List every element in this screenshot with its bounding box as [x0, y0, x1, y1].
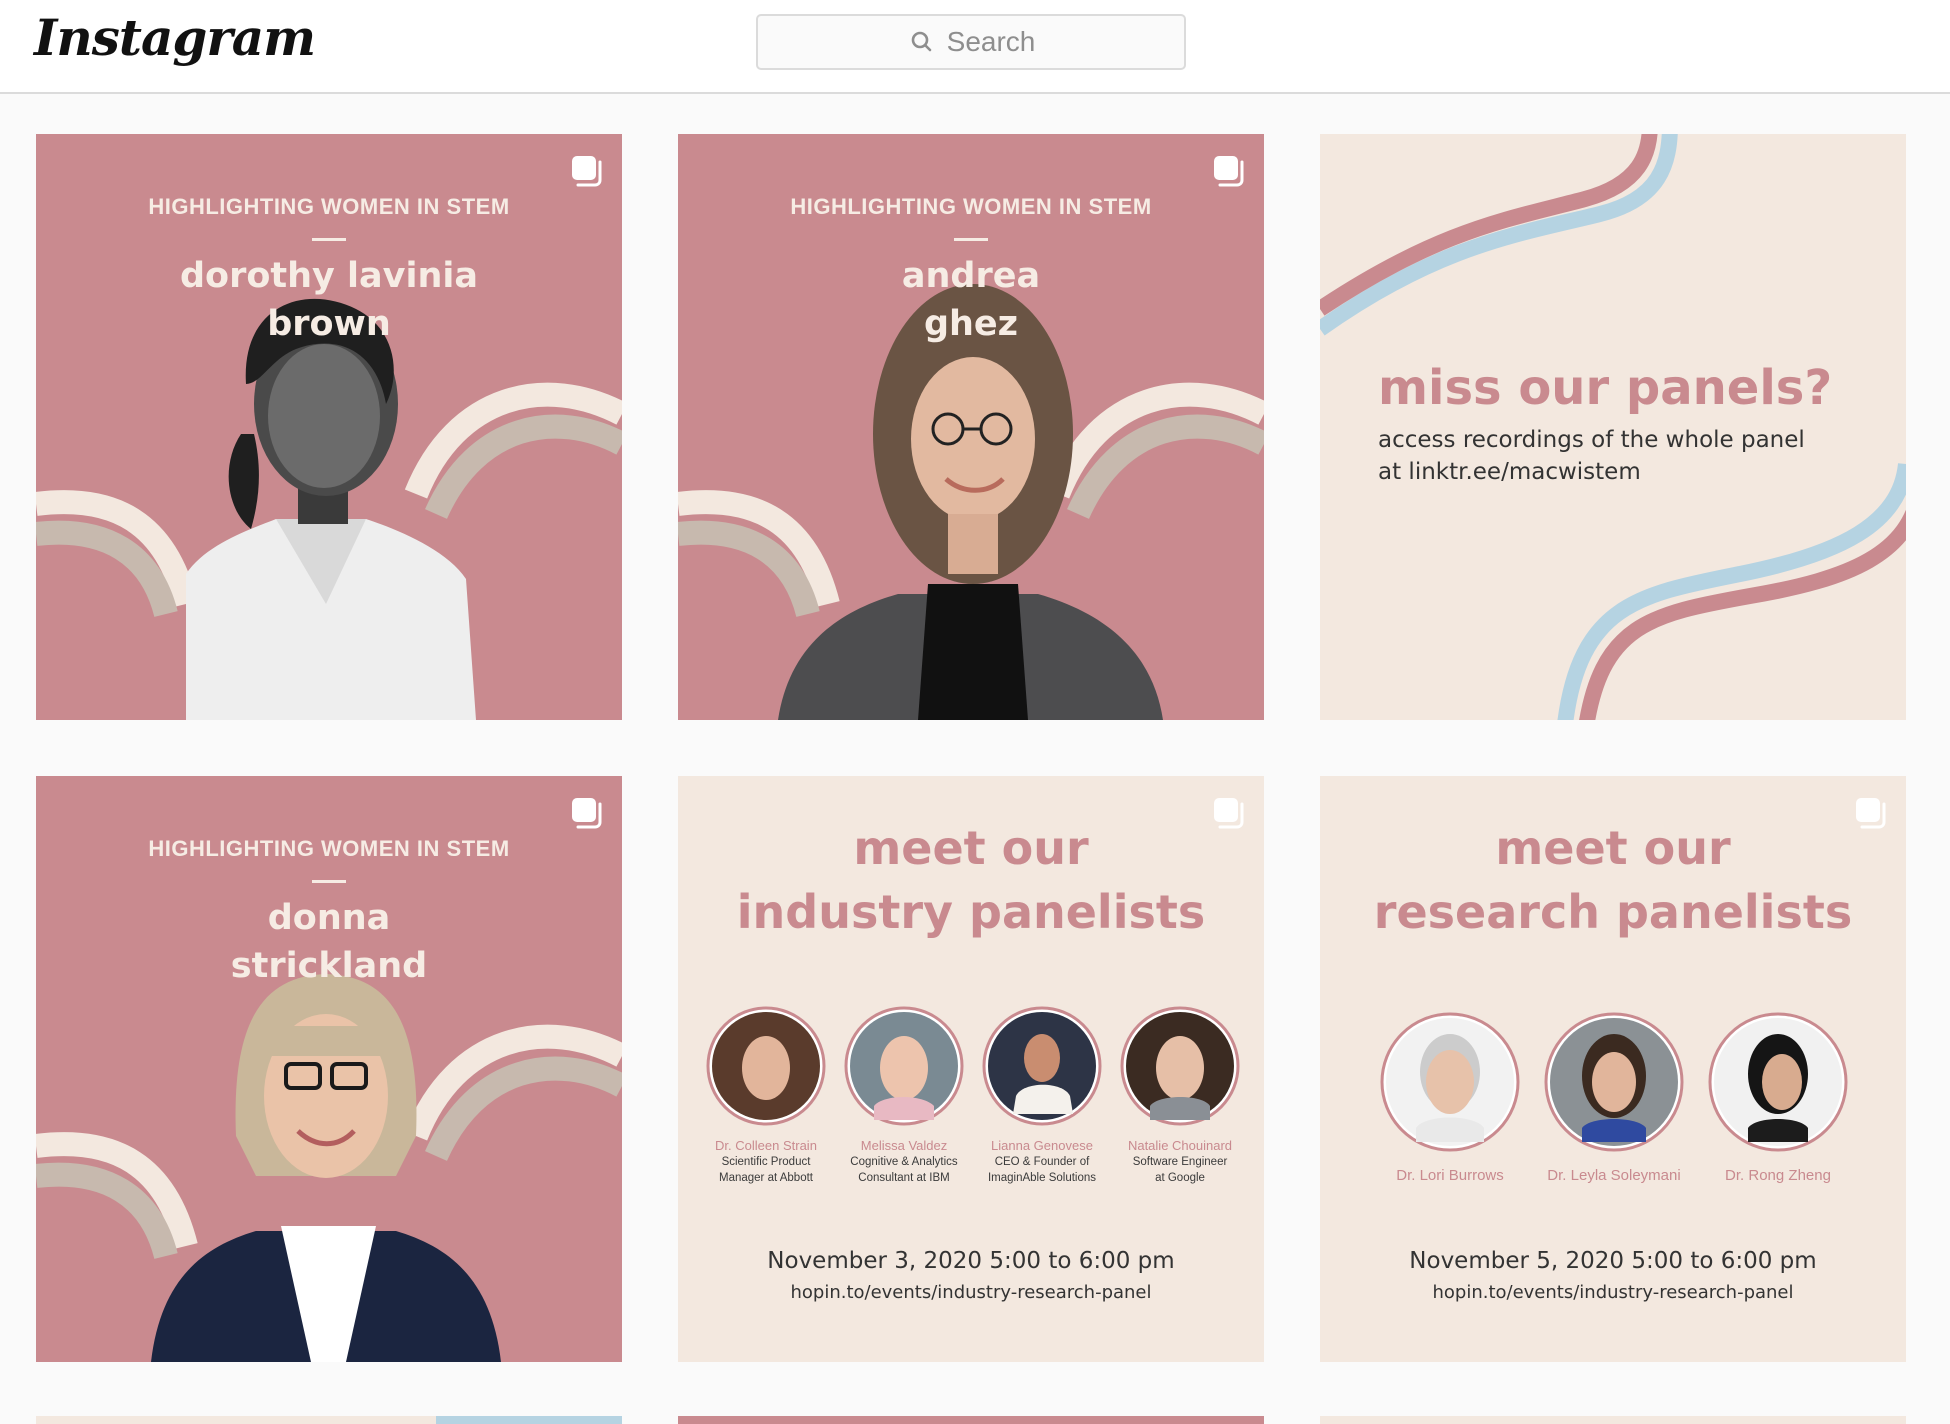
panelist-caption: Dr. Lori Burrows — [1370, 1168, 1530, 1184]
panelist-role-line2: at Google — [1155, 1172, 1205, 1184]
panelist-caption: Natalie Chouinard Software Engineer at G… — [1110, 1138, 1250, 1186]
post-tile-dorothy-lavinia-brown[interactable]: HIGHLIGHTING WOMEN IN STEM dorothy lavin… — [36, 134, 622, 720]
search-icon — [907, 27, 937, 57]
panelist-caption: Lianna Genovese CEO & Founder of ImaginA… — [972, 1138, 1112, 1186]
post-name-line2: ghez — [923, 304, 1019, 344]
multiple-images-icon — [1214, 798, 1244, 829]
panelist-name: Dr. Lori Burrows — [1396, 1167, 1504, 1184]
post-title: miss our panels? — [1378, 360, 1833, 416]
panelist-caption: Dr. Rong Zheng — [1698, 1168, 1858, 1184]
panelist-name: Dr. Leyla Soleymani — [1547, 1167, 1681, 1184]
panelist-role-line2: Consultant at IBM — [858, 1172, 950, 1184]
multiple-images-icon — [1214, 156, 1244, 187]
post-name-line2: strickland — [230, 946, 428, 986]
search-placeholder: Search — [946, 26, 1036, 57]
portrait-photo — [151, 974, 501, 1362]
post-subtitle-line2: at linktr.ee/macwistem — [1378, 459, 1641, 485]
search-input[interactable]: Search — [756, 14, 1186, 70]
divider — [312, 880, 346, 883]
panelist-name: Dr. Rong Zheng — [1725, 1167, 1831, 1184]
panelist-role-line1: Scientific Product — [721, 1156, 811, 1168]
divider — [954, 238, 988, 241]
post-tile-andrea-ghez[interactable]: HIGHLIGHTING WOMEN IN STEM andrea ghez — [678, 134, 1264, 720]
post-kicker: HIGHLIGHTING WOMEN IN STEM — [790, 194, 1152, 219]
post-subtitle: access recordings of the whole panel at … — [1378, 424, 1858, 488]
top-navigation-bar: Instagram Search — [0, 0, 1950, 94]
panelist-name: Melissa Valdez — [860, 1138, 948, 1153]
panelist-avatars — [1380, 1012, 1848, 1152]
divider — [312, 238, 346, 241]
multiple-images-icon — [572, 156, 602, 187]
post-tile-partial-accent — [436, 1416, 622, 1424]
panelist-role-line1: CEO & Founder of — [994, 1156, 1090, 1168]
event-url: hopin.to/events/industry-research-panel — [1432, 1282, 1794, 1303]
panelist-role-line1: Cognitive & Analytics — [850, 1156, 958, 1168]
post-name-line1: andrea — [901, 256, 1041, 296]
panelist-caption: Dr. Leyla Soleymani — [1534, 1168, 1694, 1184]
post-name-line2: brown — [267, 304, 391, 344]
event-date: November 5, 2020 5:00 to 6:00 pm — [1409, 1248, 1817, 1274]
event-url: hopin.to/events/industry-research-panel — [790, 1282, 1152, 1303]
panelist-caption: Melissa Valdez Cognitive & Analytics Con… — [834, 1138, 974, 1186]
panelist-role-line1: Software Engineer — [1132, 1156, 1228, 1168]
instagram-logo[interactable]: Instagram — [34, 8, 316, 67]
post-tile-miss-our-panels[interactable]: miss our panels? access recordings of th… — [1320, 134, 1906, 720]
post-tile-partial[interactable] — [36, 1416, 436, 1424]
post-tile-partial[interactable] — [1320, 1416, 1906, 1424]
post-name-line1: dorothy lavinia — [179, 256, 478, 296]
post-tile-donna-strickland[interactable]: HIGHLIGHTING WOMEN IN STEM donna strickl… — [36, 776, 622, 1362]
post-name-line1: donna — [267, 898, 391, 938]
event-date: November 3, 2020 5:00 to 6:00 pm — [767, 1248, 1175, 1274]
panelist-avatars — [706, 1006, 1240, 1126]
post-tile-industry-panelists[interactable]: meet our industry panelists Dr. Colleen … — [678, 776, 1264, 1362]
post-kicker: HIGHLIGHTING WOMEN IN STEM — [148, 194, 510, 219]
panelist-caption: Dr. Colleen Strain Scientific Product Ma… — [696, 1138, 836, 1186]
post-tile-partial[interactable] — [678, 1416, 1264, 1424]
post-subtitle-line1: access recordings of the whole panel — [1378, 427, 1805, 453]
post-tile-research-panelists[interactable]: meet our research panelists Dr. Lori Bur… — [1320, 776, 1906, 1362]
portrait-photo — [778, 284, 1163, 720]
panelist-name: Dr. Colleen Strain — [715, 1138, 817, 1153]
panelist-name: Lianna Genovese — [991, 1138, 1093, 1153]
multiple-images-icon — [1856, 798, 1886, 829]
portrait-photo — [186, 298, 476, 720]
multiple-images-icon — [572, 798, 602, 829]
panelist-role-line2: Manager at Abbott — [719, 1172, 813, 1184]
panelist-name: Natalie Chouinard — [1127, 1138, 1233, 1153]
post-kicker: HIGHLIGHTING WOMEN IN STEM — [148, 836, 510, 861]
panelist-role-line2: ImaginAble Solutions — [987, 1172, 1097, 1184]
